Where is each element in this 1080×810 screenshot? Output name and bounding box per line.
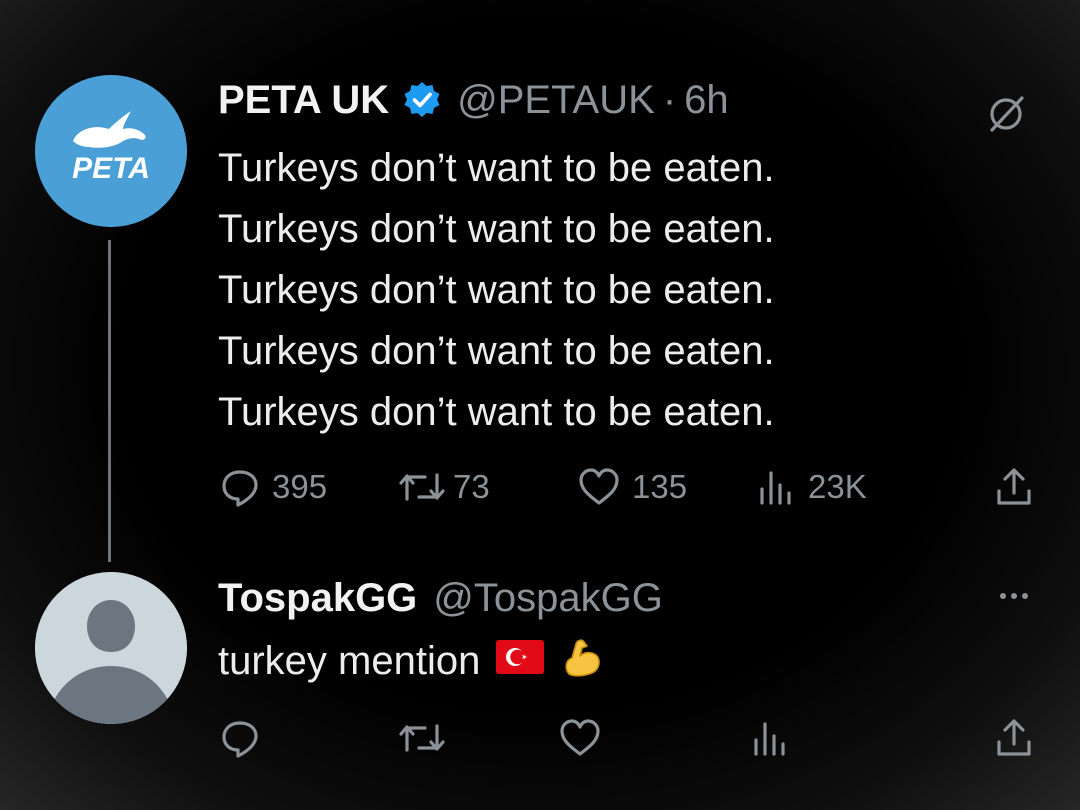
reply-repost-button[interactable] — [395, 716, 449, 760]
peta-logo-text: PETA — [72, 152, 150, 185]
reply-actions — [0, 716, 1080, 766]
reply-icon — [222, 470, 258, 507]
more-dots-icon[interactable] — [998, 586, 1030, 611]
flexed-biceps-icon — [560, 634, 604, 688]
views-bar-chart-icon — [754, 722, 785, 756]
tweet-line: Turkeys don’t want to be eaten. — [218, 329, 775, 373]
reply-count: 395 — [272, 468, 328, 505]
default-profile-icon — [35, 572, 187, 724]
tweet-line: Turkeys don’t want to be eaten. — [218, 207, 775, 251]
tweet-actions: 395 73 135 23K — [0, 465, 1080, 515]
tweet-line: Turkeys don’t want to be eaten. — [218, 268, 775, 312]
heart-icon — [560, 719, 600, 756]
verified-badge-icon — [401, 80, 443, 122]
grok-slash-icon[interactable] — [984, 92, 1028, 141]
reply-like-button[interactable] — [557, 716, 603, 760]
reply-icon — [222, 721, 258, 758]
repost-button[interactable]: 73 — [395, 465, 490, 509]
share-icon — [997, 468, 1031, 505]
default-user-avatar[interactable] — [35, 572, 187, 724]
author-name[interactable]: PETA UK — [218, 78, 389, 123]
reply-share-button[interactable] — [994, 716, 1034, 760]
reply-views-button[interactable] — [750, 716, 790, 760]
reply-author-name[interactable]: TospakGG — [218, 576, 417, 621]
like-button[interactable]: 135 — [576, 465, 687, 509]
reply-button[interactable]: 395 — [218, 465, 327, 509]
repost-icon — [399, 724, 445, 752]
turkey-flag-icon — [496, 639, 545, 684]
tweet-body: Turkeys don’t want to be eaten. Turkeys … — [218, 138, 775, 443]
peta-uk-avatar[interactable]: PETA — [35, 75, 187, 227]
reply-header: TospakGG @TospakGG — [218, 576, 663, 621]
reply-body: turkey mention — [218, 634, 604, 688]
share-icon — [997, 719, 1031, 756]
views-count: 23K — [808, 468, 867, 505]
heart-icon — [579, 468, 619, 505]
author-handle[interactable]: @PETAUK — [457, 78, 655, 123]
reply-reply-button[interactable] — [218, 716, 262, 760]
tweet-timestamp[interactable]: 6h — [684, 78, 729, 123]
repost-count: 73 — [453, 468, 490, 505]
tweet-line: Turkeys don’t want to be eaten. — [218, 390, 775, 434]
tweet-line: Turkeys don’t want to be eaten. — [218, 146, 775, 190]
views-button[interactable]: 23K — [756, 465, 867, 509]
views-bar-chart-icon — [760, 471, 791, 505]
share-button[interactable] — [994, 465, 1034, 509]
reply-author-handle[interactable]: @TospakGG — [433, 576, 663, 621]
repost-icon — [399, 473, 445, 501]
header-separator: · — [662, 78, 677, 122]
peta-logo-icon: PETA — [35, 75, 187, 227]
like-count: 135 — [632, 468, 688, 505]
tweet-header: PETA UK @PETAUK · 6h — [218, 78, 729, 123]
reply-text: turkey mention — [218, 638, 481, 683]
